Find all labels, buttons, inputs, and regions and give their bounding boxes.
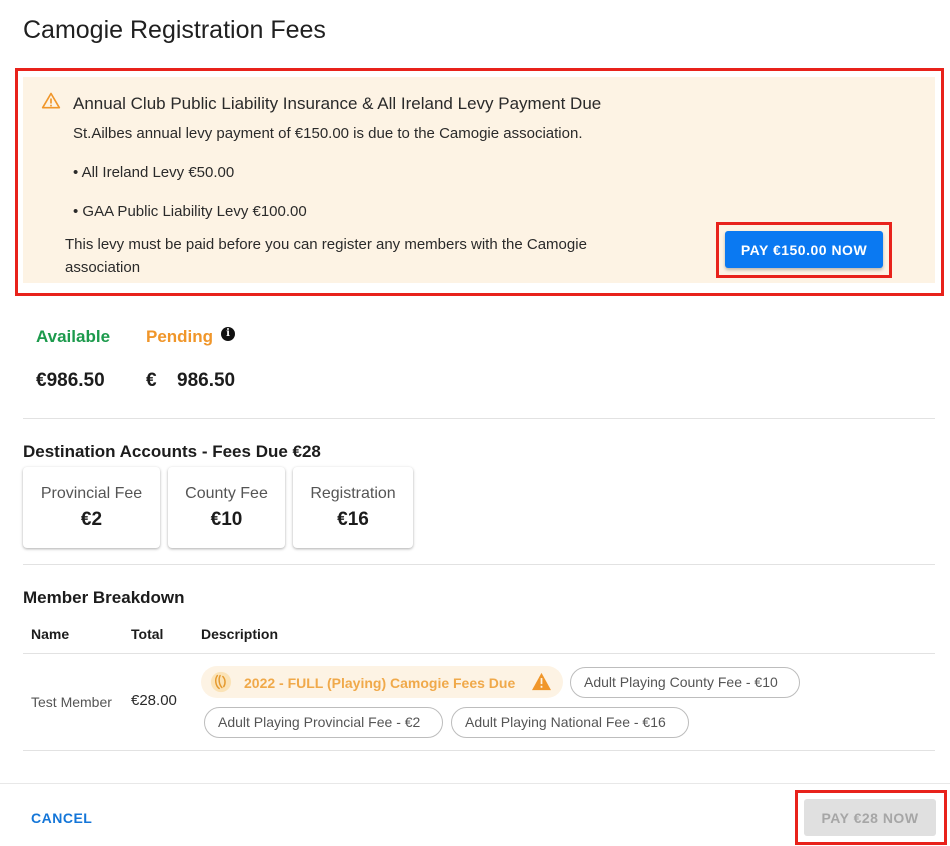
fee-card-county: County Fee €10: [168, 467, 285, 548]
fee-card-value: €16: [337, 509, 369, 530]
alert-text: St.Ailbes annual levy payment of €150.00…: [73, 125, 583, 142]
breakdown-title: Member Breakdown: [23, 588, 185, 607]
footer-divider: [0, 783, 950, 784]
info-icon[interactable]: i: [221, 327, 235, 341]
divider: [23, 564, 935, 565]
pending-value: 986.50: [177, 370, 236, 391]
warning-icon: [532, 672, 551, 691]
levy-item: • GAA Public Liability Levy €100.00: [73, 203, 307, 220]
fee-chip: Adult Playing National Fee - €16: [451, 707, 689, 738]
alert-note: This levy must be paid before you can re…: [65, 236, 587, 276]
table-header-divider: [23, 653, 935, 654]
fee-card-value: €10: [210, 509, 243, 530]
pay-fees-button[interactable]: PAY €28 NOW: [804, 799, 936, 836]
column-header-name: Name: [31, 626, 70, 642]
warning-icon: [41, 92, 61, 109]
pay-levy-button[interactable]: PAY €150.00 NOW: [725, 231, 883, 268]
pending-currency: €: [146, 370, 157, 391]
available-label: Available: [36, 327, 111, 346]
pending-label: Pending: [146, 327, 214, 346]
fee-status-text: 2022 - FULL (Playing) Camogie Fees Due: [244, 675, 516, 691]
fee-chip: Adult Playing County Fee - €10: [570, 667, 800, 698]
dialog-title: Camogie Registration Fees: [23, 16, 326, 44]
fee-chip: Adult Playing Provincial Fee - €2: [204, 707, 443, 738]
table-bottom-divider: [23, 750, 935, 751]
divider: [23, 418, 935, 419]
fee-card-registration: Registration €16: [293, 467, 413, 548]
alert-title: Annual Club Public Liability Insurance &…: [73, 94, 602, 113]
member-total: €28.00: [131, 692, 177, 709]
cancel-button[interactable]: CANCEL: [31, 810, 92, 826]
fee-card-label: Provincial Fee: [40, 485, 143, 502]
fee-card-label: County Fee: [185, 485, 268, 502]
member-name: Test Member: [31, 694, 112, 710]
levy-item: • All Ireland Levy €50.00: [73, 164, 235, 181]
column-header-total: Total: [131, 626, 164, 642]
column-header-description: Description: [201, 626, 279, 642]
camogie-logo-icon: [210, 671, 232, 693]
available-value: €986.50: [36, 370, 105, 391]
destination-title: Destination Accounts - Fees Due €28: [23, 442, 321, 461]
fee-card-value: €2: [80, 509, 103, 530]
fee-card-label: Registration: [310, 485, 396, 502]
fee-card-provincial: Provincial Fee €2: [23, 467, 160, 548]
